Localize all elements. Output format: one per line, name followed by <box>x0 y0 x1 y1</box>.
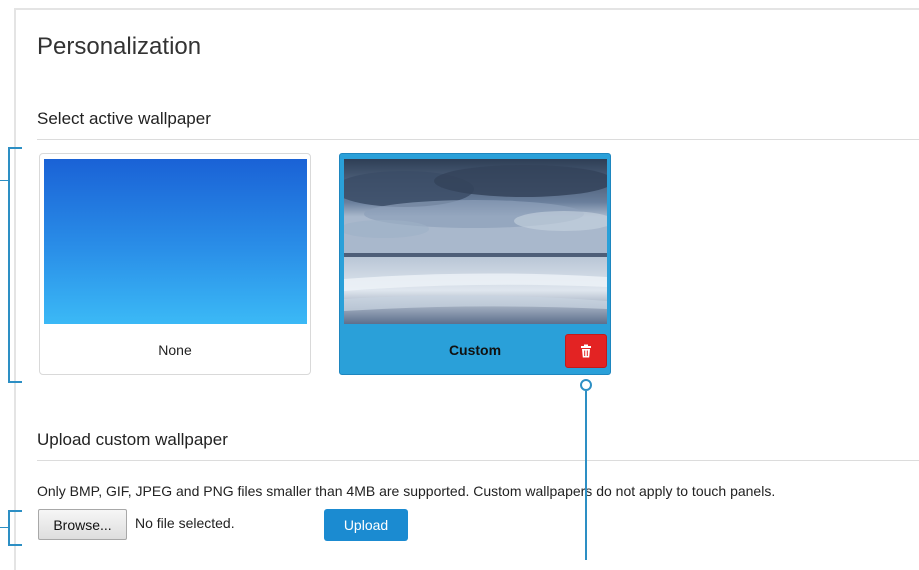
upload-section-title: Upload custom wallpaper <box>37 430 228 449</box>
wallpaper-option-custom[interactable]: Custom <box>339 153 611 375</box>
trash-icon <box>581 344 591 358</box>
file-status: No file selected. <box>135 515 235 531</box>
delete-wallpaper-button[interactable] <box>565 334 607 368</box>
wallpaper-section-title: Select active wallpaper <box>37 109 211 128</box>
wallpaper-option-none[interactable]: None <box>39 153 311 375</box>
page-title: Personalization <box>37 33 202 60</box>
section-divider <box>37 460 919 461</box>
section-divider <box>37 139 919 140</box>
upload-description: Only BMP, GIF, JPEG and PNG files smalle… <box>37 483 776 499</box>
wallpaper-option-label: None <box>158 342 192 358</box>
wallpaper-thumbnail-custom <box>344 159 607 324</box>
wallpaper-thumbnail-none <box>44 159 307 324</box>
upload-button[interactable]: Upload <box>324 509 408 541</box>
browse-button[interactable]: Browse... <box>38 509 127 540</box>
